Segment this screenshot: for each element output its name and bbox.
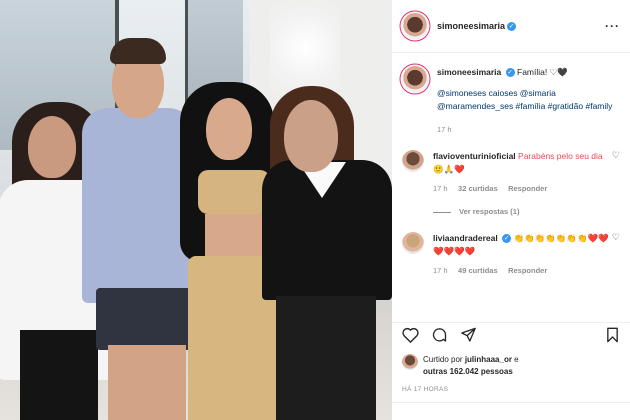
view-replies-label[interactable]: Ver respostas (1) — [459, 207, 519, 216]
liked-by-user[interactable]: julinhaaa_or — [465, 355, 512, 364]
comment: liviaandradereal ✓ 👏👏👏👏👏👏👏❤️❤️❤️❤️❤️❤️ 1… — [392, 232, 630, 277]
commenter-username[interactable]: liviaandradereal — [433, 233, 498, 243]
person-4-pants — [276, 296, 376, 420]
comment: flavioventurinioficial Parabéns pelo seu… — [392, 150, 630, 218]
person-3-top — [198, 170, 270, 214]
comment-likes[interactable]: 49 curtidas — [458, 266, 498, 275]
liked-by-text: Curtido por julinhaaa_or e outras 162.04… — [423, 354, 519, 378]
verified-icon: ✓ — [505, 68, 515, 78]
post-photo[interactable] — [0, 0, 392, 420]
author-avatar[interactable] — [402, 13, 428, 39]
comment-time[interactable]: 17 h — [433, 184, 448, 193]
comment-time[interactable]: 17 h — [433, 266, 448, 275]
author-username[interactable]: simoneesimaria — [437, 21, 505, 31]
person-1-pants — [20, 330, 98, 420]
person-3-waist — [205, 214, 265, 258]
caption-time[interactable]: 17 h — [437, 125, 452, 134]
person-2-shorts — [96, 288, 196, 350]
caption-tags[interactable]: @simoneses caioses @simaria @maramendes_… — [437, 88, 612, 111]
person-4-face — [284, 100, 338, 172]
caption-username[interactable]: simoneesimaria — [437, 67, 501, 77]
post-header: simoneesimaria ✓ ··· — [392, 0, 630, 53]
comment-meta: 17 h 32 curtidas Responder — [433, 182, 612, 195]
person-2-legs — [108, 345, 186, 420]
reply-button[interactable]: Responder — [508, 184, 547, 193]
heart-icon[interactable] — [402, 327, 419, 348]
verified-icon: ✓ — [502, 234, 512, 244]
caption-avatar[interactable] — [402, 66, 428, 92]
person-3-face — [206, 98, 252, 160]
verified-icon: ✓ — [507, 21, 517, 31]
person-1-face — [28, 116, 76, 178]
liked-by: Curtido por julinhaaa_or e outras 162.04… — [402, 354, 519, 378]
person-2-hair — [110, 38, 166, 64]
share-icon[interactable] — [460, 327, 477, 348]
view-replies[interactable]: Ver respostas (1) — [433, 205, 612, 218]
comment-like-heart-icon[interactable]: ♡ — [612, 232, 620, 277]
comment-likes[interactable]: 32 curtidas — [458, 184, 498, 193]
action-bar — [402, 327, 620, 348]
actions-divider — [392, 322, 630, 323]
caption-text: Família! ♡🖤 — [517, 67, 568, 77]
comment-box-divider — [392, 402, 630, 403]
person-2-shirt — [82, 108, 194, 303]
liked-by-prefix: Curtido por — [423, 355, 463, 364]
liked-by-others[interactable]: outras 162.042 pessoas — [423, 367, 513, 376]
comment-meta: 17 h 49 curtidas Responder — [433, 264, 612, 277]
bookmark-icon[interactable] — [605, 327, 620, 348]
post-time[interactable]: HÁ 17 HORAS — [402, 386, 448, 393]
commenter-avatar[interactable] — [402, 232, 424, 254]
replies-line — [433, 211, 451, 213]
caption-body: simoneesimaria ✓ Família! ♡🖤 @simoneses … — [437, 66, 620, 136]
commenter-username[interactable]: flavioventurinioficial — [433, 151, 516, 161]
more-options-icon[interactable]: ··· — [605, 19, 620, 33]
comment-body: flavioventurinioficial Parabéns pelo seu… — [433, 150, 612, 218]
reply-button[interactable]: Responder — [508, 266, 547, 275]
instagram-post: simoneesimaria ✓ ··· simoneesimaria ✓ Fa… — [0, 0, 630, 420]
comment-like-heart-icon[interactable]: ♡ — [612, 150, 620, 218]
post-side-panel: simoneesimaria ✓ ··· simoneesimaria ✓ Fa… — [392, 0, 630, 420]
liker-avatar[interactable] — [402, 354, 418, 370]
liked-by-and: e — [514, 355, 519, 364]
commenter-avatar[interactable] — [402, 150, 424, 172]
comment-body: liviaandradereal ✓ 👏👏👏👏👏👏👏❤️❤️❤️❤️❤️❤️ 1… — [433, 232, 612, 277]
caption: simoneesimaria ✓ Família! ♡🖤 @simoneses … — [392, 66, 630, 136]
comment-icon[interactable] — [431, 327, 448, 348]
